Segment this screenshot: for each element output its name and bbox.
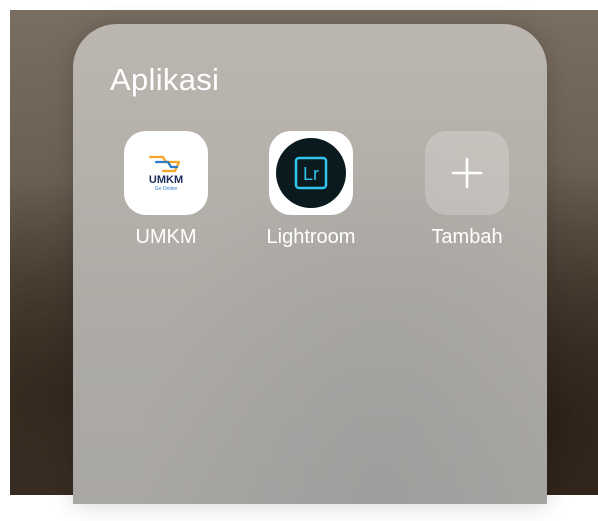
folder-title[interactable]: Aplikasi — [110, 62, 219, 98]
lightroom-app-icon[interactable]: Lr — [269, 131, 353, 215]
umkm-logo-subtext: Go Online — [154, 186, 178, 192]
app-umkm[interactable]: UMKM Go Online UMKM — [106, 131, 226, 249]
app-lightroom[interactable]: Lr Lightroom — [251, 131, 371, 249]
umkm-app-icon[interactable]: UMKM Go Online — [124, 131, 208, 215]
umkm-bag-icon — [148, 155, 181, 173]
app-folder: Aplikasi UMKM Go Online UMKM Lr Lightroo… — [73, 24, 547, 504]
app-label-umkm: UMKM — [135, 226, 197, 248]
plus-icon — [451, 157, 483, 189]
add-app-button[interactable]: Tambah — [407, 131, 527, 249]
lightroom-logo-icon: Lr — [276, 138, 346, 208]
umkm-logo: UMKM Go Online — [146, 154, 186, 192]
umkm-logo-text: UMKM — [148, 174, 184, 186]
app-label-tambah: Tambah — [431, 226, 503, 248]
lightroom-logo-text: Lr — [303, 164, 319, 184]
app-label-lightroom: Lightroom — [266, 226, 356, 248]
add-app-icon-container[interactable] — [425, 131, 509, 215]
